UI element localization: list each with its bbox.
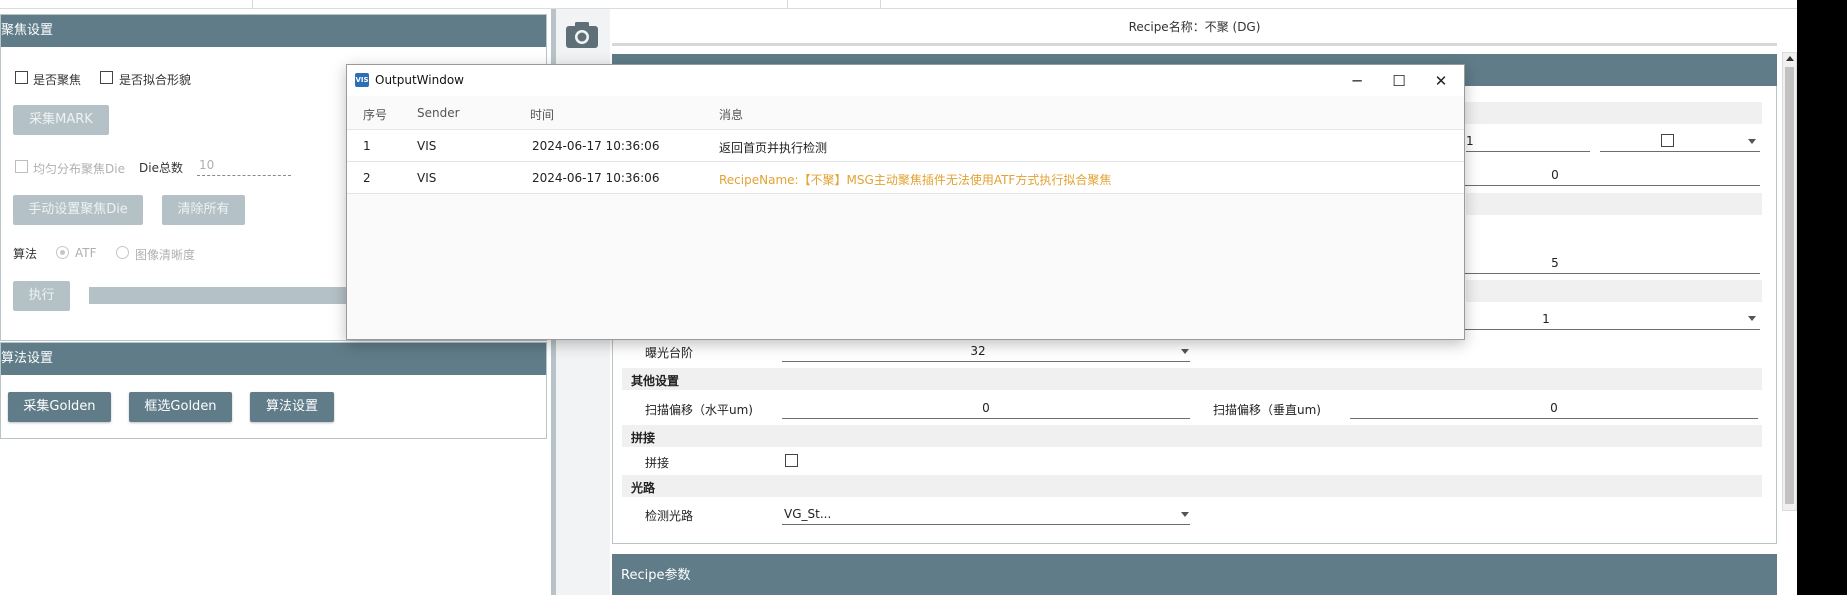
exposure-step-value[interactable]: 32 — [782, 344, 1174, 358]
focus-settings-header: 聚焦设置 — [1, 15, 546, 47]
collect-golden-button[interactable]: 采集Golden — [8, 392, 111, 422]
output-window-titlebar[interactable]: VIS OutputWindow ─ ☐ ✕ — [347, 65, 1464, 96]
scan-offset-v-label: 扫描偏移（垂直um) — [1213, 403, 1321, 417]
chevron-down-icon[interactable] — [1748, 139, 1756, 144]
chevron-down-icon[interactable] — [1181, 349, 1189, 354]
row-no: 2 — [363, 171, 371, 185]
vertical-scrollbar[interactable] — [1782, 52, 1797, 511]
top-strip — [0, 0, 1797, 9]
table-row[interactable]: 1 VIS 2024-06-17 10:36:06 返回首页并执行检测 — [347, 130, 1464, 162]
exposure-step-underline — [782, 361, 1190, 362]
recipe-params-title: Recipe参数 — [621, 568, 691, 583]
chevron-down-icon[interactable] — [1748, 316, 1756, 321]
vis-logo-icon: VIS — [355, 73, 369, 87]
row-time: 2024-06-17 10:36:06 — [532, 139, 660, 153]
top-separator — [880, 0, 881, 9]
stitch-section: 拼接 — [631, 431, 656, 445]
scan-offset-h-label: 扫描偏移（水平um) — [645, 403, 753, 417]
clarity-radio-label: 图像清晰度 — [135, 248, 196, 262]
section-bar — [622, 425, 1762, 447]
light-path-underline — [782, 524, 1190, 525]
exposure-step-label: 曝光台阶 — [645, 346, 694, 360]
scan-offset-h-underline — [782, 418, 1190, 419]
algorithm-label: 算法 — [13, 247, 38, 261]
other-settings-section: 其他设置 — [631, 374, 680, 388]
even-distribution-label: 均匀分布聚焦Die — [33, 162, 125, 176]
fit-topography-label: 是否拟合形貌 — [119, 73, 192, 87]
algorithm-settings-button[interactable]: 算法设置 — [250, 392, 334, 422]
collect-mark-button[interactable]: 采集MARK — [13, 105, 109, 135]
recipe-params-header: Recipe参数 — [612, 554, 1777, 595]
row-message-warning: RecipeName:【不聚】MSG主动聚焦插件无法使用ATF方式执行拟合聚焦 — [719, 173, 1112, 187]
row1-checkbox[interactable] — [1661, 134, 1674, 147]
algorithm-settings-panel: 算法设置 采集Golden 框选Golden 算法设置 — [0, 342, 547, 439]
output-window-title: OutputWindow — [375, 73, 464, 87]
light-path-section: 光路 — [631, 481, 656, 495]
top-separator — [252, 0, 253, 9]
light-path-label: 检测光路 — [645, 509, 694, 523]
screen-edge — [1797, 0, 1847, 595]
row1-underline — [1466, 151, 1590, 152]
scan-offset-v-underline — [1350, 418, 1758, 419]
section-bar — [622, 475, 1762, 497]
recipe-name-title: Recipe名称：不聚 (DG) — [1128, 20, 1261, 34]
progress-bar — [89, 287, 349, 304]
clear-all-button[interactable]: 清除所有 — [162, 195, 245, 225]
output-window: VIS OutputWindow ─ ☐ ✕ 序号 Sender 时间 消息 1… — [346, 64, 1465, 340]
atf-radio-label: ATF — [75, 246, 97, 260]
col-time-header[interactable]: 时间 — [530, 106, 554, 123]
scan-offset-h-value[interactable]: 0 — [782, 401, 1190, 415]
row-message: 返回首页并执行检测 — [719, 141, 828, 155]
camera-icon[interactable] — [565, 20, 599, 50]
die-total-label: Die总数 — [139, 161, 183, 175]
row-no: 1 — [363, 139, 371, 153]
stitch-checkbox[interactable] — [785, 454, 798, 467]
scroll-up-icon[interactable] — [1786, 56, 1794, 61]
output-table-header: 序号 Sender 时间 消息 — [347, 96, 1464, 130]
row1-value[interactable]: 1 — [1466, 134, 1486, 148]
row-time: 2024-06-17 10:36:06 — [532, 171, 660, 185]
table-row[interactable]: 2 VIS 2024-06-17 10:36:06 RecipeName:【不聚… — [347, 162, 1464, 194]
clarity-radio[interactable] — [116, 246, 129, 259]
section-bar — [622, 368, 1762, 390]
scan-offset-v-value[interactable]: 0 — [1350, 401, 1758, 415]
die-total-underline — [197, 175, 291, 176]
execute-button[interactable]: 执行 — [13, 281, 70, 311]
section-bar — [1466, 193, 1762, 215]
row-sender: VIS — [417, 139, 437, 153]
manual-set-die-button[interactable]: 手动设置聚焦Die — [13, 195, 143, 225]
maximize-icon[interactable]: ☐ — [1379, 69, 1419, 93]
col-sender-header[interactable]: Sender — [417, 106, 460, 120]
focus-checkbox[interactable] — [15, 71, 28, 84]
stitch-label: 拼接 — [645, 456, 670, 470]
die-total-value[interactable]: 10 — [199, 158, 214, 172]
chevron-down-icon[interactable] — [1181, 512, 1189, 517]
scrollbar-thumb[interactable] — [1785, 67, 1794, 504]
focus-checkbox-label: 是否聚焦 — [33, 73, 82, 87]
light-path-value[interactable]: VG_St... — [784, 507, 831, 521]
section-bar — [1466, 280, 1762, 302]
recipe-name-divider — [612, 43, 1777, 46]
row-sender: VIS — [417, 171, 437, 185]
close-icon[interactable]: ✕ — [1421, 69, 1461, 93]
top-separator — [787, 0, 788, 9]
minimize-icon[interactable]: ─ — [1337, 69, 1377, 93]
row1-dropdown-underline — [1600, 151, 1760, 152]
algorithm-settings-header: 算法设置 — [1, 343, 546, 375]
atf-radio[interactable] — [56, 246, 69, 259]
select-golden-button[interactable]: 框选Golden — [129, 392, 232, 422]
fit-topography-checkbox[interactable] — [100, 71, 113, 84]
col-msg-header[interactable]: 消息 — [719, 106, 743, 123]
even-distribution-checkbox[interactable] — [15, 160, 28, 173]
col-no-header[interactable]: 序号 — [363, 106, 387, 123]
